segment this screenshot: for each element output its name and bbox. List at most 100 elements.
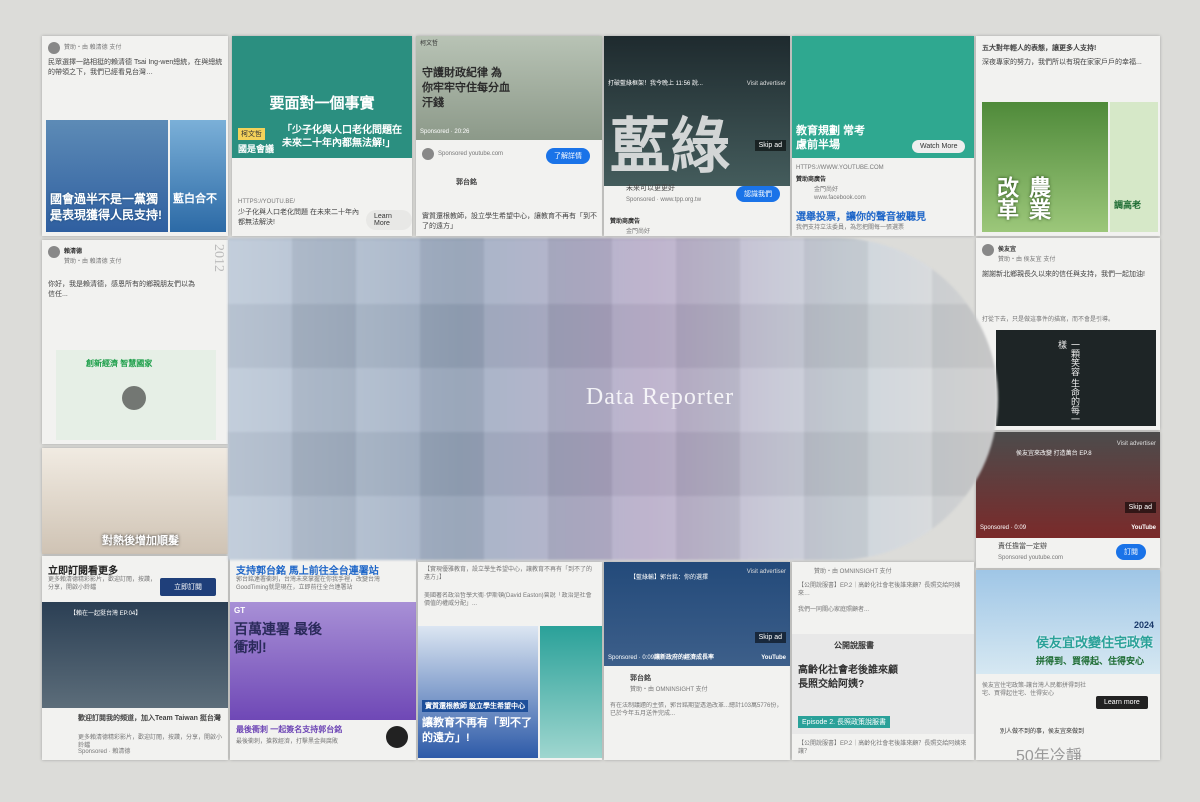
ad-image[interactable]: 創新經濟 智慧國家 xyxy=(56,350,216,440)
banner: 實質還根教師 設立學生希望中心 xyxy=(422,700,528,712)
ad-image[interactable]: 一顆笑容 生命的每一樣 xyxy=(996,330,1156,426)
sponsor-line: Sponsored youtube.com xyxy=(998,555,1064,561)
footer-title: 最後衝刺 一起簽名支持郭台銘 xyxy=(236,725,343,734)
candidate-name: 郭台銘 xyxy=(630,675,651,682)
ad-video[interactable]: 【藍綠輸】郭台銘：你的選擇 Visit advertiser Skip ad 讓… xyxy=(604,562,790,666)
ad-desc: 實質還根教師，設立學生希望中心，讓教育不再有「到不了的遠方」 xyxy=(422,213,597,230)
learn-more-button[interactable]: 了解詳情 xyxy=(546,148,590,164)
sponsor-group: 贊助商廣告 xyxy=(796,177,827,183)
quote: 「少子化與人口老化問題在未來二十年內都無法解!」 xyxy=(282,125,402,149)
bottom-caption: 別人做不到的事，侯友宜來做到 xyxy=(1000,729,1085,735)
footer-title: 歡迎訂閱我的頻道，加入Team Taiwan 挺台灣 xyxy=(78,715,221,722)
post-header: 【實現優雅教育，設立學生希望中心，讓教育不再有「到不了的遠方」】 xyxy=(424,567,593,581)
caption: 對熱後增加順髮 xyxy=(102,535,179,547)
ad-image[interactable]: 國會過半不是一黨獨大 是表現獲得人民支持! xyxy=(46,120,168,232)
ad-header: 贊助・由 侯友宜 支付 xyxy=(998,257,1056,263)
poster-text: 一顆笑容 生命的每一樣 xyxy=(1057,340,1080,424)
ad-image[interactable]: GT 百萬連署 最後衝刺! xyxy=(230,602,416,720)
candidate-name: 郭台銘 xyxy=(456,179,477,186)
ad-header: 贊助・由 賴清德 支付 xyxy=(64,45,122,51)
ad-image[interactable]: 對熱後增加順髮 xyxy=(42,448,228,554)
visit-advertiser-link[interactable]: Visit advertiser xyxy=(747,80,786,88)
avatar xyxy=(422,148,434,160)
ad-card-agriculture: 五大對年輕人的表態，讓更多人支持! 深夜專家的努力，我們所以有現在家家戶戶的幸福… xyxy=(976,36,1160,236)
ad-card-lai-2: 賴清德 贊助・由 賴清德 支付 你好，我是賴清德，感恩所有的鄉親朋友們以為信任.… xyxy=(42,240,228,444)
next-arrow-icon[interactable] xyxy=(386,726,408,748)
ad-image[interactable]: 實質還根教師 設立學生希望中心 讓教育不再有「到不了的遠方」! xyxy=(418,626,538,758)
card-desc: 郭台銘連署衝刺，台灣未來掌握在你我手裡，改變台灣GoodTiming就是現在，立… xyxy=(236,577,381,591)
card-title[interactable]: 支持郭台銘 馬上前往全台連署站 xyxy=(236,562,379,577)
page-name: 侯友宜 xyxy=(998,247,1017,253)
visit-advertiser-link[interactable]: Visit advertiser xyxy=(1117,440,1156,448)
ad-image-side[interactable]: 藍白合不 xyxy=(170,120,226,232)
ad-card-ko-1: 要面對一個事實 柯文哲 國是會議 「少子化與人口老化問題在未來二十年內都無法解!… xyxy=(232,36,412,236)
ad-url: HTTPS://YOUTU.BE/ xyxy=(238,199,296,205)
ad-header: 贊助・由 賴清德 支付 xyxy=(64,259,122,265)
skip-ad-button[interactable]: Skip ad xyxy=(754,632,786,643)
collage-stage: 贊助・由 賴清德 支付 民眾選擇一路相挺的賴清德 Tsai Ing-wen總統，… xyxy=(0,0,1200,802)
ad-card-hou-2: Visit advertiser 侯友宜來改變 打造萬台 EP.8 Skip a… xyxy=(976,432,1160,568)
visit-advertiser-link[interactable]: Visit advertiser xyxy=(747,568,786,576)
video-title: 教育規劃 常考慮前半場 xyxy=(796,125,866,151)
ad-video[interactable]: 要面對一個事實 柯文哲 國是會議 「少子化與人口老化問題在未來二十年內都無法解!… xyxy=(232,36,412,158)
play-icon[interactable] xyxy=(122,386,146,410)
headline[interactable]: 選舉投票，讓你的聲音被聽見 xyxy=(796,208,926,223)
subscribe-button[interactable]: 立即訂閱 xyxy=(160,578,216,596)
ad-desc: 少子化與人口老化問題 在未來二十年內都無法解決! xyxy=(238,209,359,226)
youtube-logo: YouTube xyxy=(761,655,786,661)
ad-image[interactable]: 公開說服書 高齡化社會老後誰來顧 長照交給阿姨? Episode 2. 長照政策… xyxy=(792,634,974,734)
big-text: 百萬連署 最後衝刺! xyxy=(234,621,322,655)
ad-desc: 責任擔當一定辦 xyxy=(998,543,1047,550)
sponsored-label: Sponsored · 20:26 xyxy=(420,129,470,135)
subscribe-button[interactable]: 訂閱 xyxy=(1116,544,1146,560)
card-desc: 更多賴清德精彩影片，歡迎訂閱，按讚，分享，開啟小鈴鐺 xyxy=(48,577,157,591)
ad-card-hou-1: 侯友宜 贊助・由 侯友宜 支付 謝謝新北鄉親長久以來的信任與支持，我們一起加油!… xyxy=(976,238,1160,430)
ad-card-gou-video: 【藍綠輸】郭台銘：你的選擇 Visit advertiser Skip ad 讓… xyxy=(604,562,790,760)
video-title: 打破藍綠框架！我今晚上 11:56 說... xyxy=(608,81,703,87)
ad-header: 贊助・由 OMNINSIGHT 支付 xyxy=(814,569,892,575)
ad-card-lai-3: 對熱後增加順髮 xyxy=(42,448,228,554)
learn-more-button[interactable]: 認識我們 xyxy=(736,186,780,202)
label: 公開說服書 xyxy=(834,641,874,650)
ad-image-side[interactable] xyxy=(540,626,602,758)
ad-desc: 我們支持立法委員，為您把關每一張選票 xyxy=(796,225,905,231)
post-header: 五大對年輕人的表態，讓更多人支持! xyxy=(982,45,1097,52)
ad-image-side[interactable]: 調高老 xyxy=(1110,102,1158,232)
badge: 創新經濟 智慧國家 xyxy=(86,359,153,368)
big-text: 高齡化社會老後誰來顧 長照交給阿姨? xyxy=(798,665,898,690)
watch-more-button[interactable]: Watch More xyxy=(912,140,966,153)
ad-video[interactable]: 【賴在一起挺台灣 EP.04】 xyxy=(42,602,228,708)
video-title: 要面對一個事實 xyxy=(269,95,375,112)
ad-video[interactable]: 柯文哲 守護財政紀律 為你牢牢守住每分血汗錢 Sponsored · 20:26 xyxy=(416,36,602,140)
brand-tag: GT xyxy=(234,606,246,615)
sponsored-label: Sponsored · 賴清德 xyxy=(78,749,131,755)
avatar xyxy=(48,42,60,54)
footer-desc: 最後衝刺，搶救經濟，打擊黑金與腐敗 xyxy=(236,739,339,745)
ad-card-education: 教育規劃 常考慮前半場 Watch More HTTPS://WWW.YOUTU… xyxy=(792,36,974,236)
card-title: 立即訂閱看更多 xyxy=(48,566,118,577)
learn-more-button[interactable]: Learn more xyxy=(1096,696,1148,709)
post-footer: 打從下去，只是做這事件的描寫，而不會是引導。 xyxy=(982,317,1115,323)
video-title: 侯友宜來改變 打造萬台 EP.8 xyxy=(1016,451,1092,457)
learn-more-button[interactable]: Learn More xyxy=(366,210,412,230)
youtube-logo: YouTube xyxy=(1131,525,1156,531)
ad-header: 贊助・由 OMNINSIGHT 支付 xyxy=(630,687,708,693)
side-caption: 調高老 xyxy=(1114,200,1142,210)
ad-image[interactable]: 農業改革 xyxy=(982,102,1108,232)
ad-video[interactable]: Visit advertiser 侯友宜來改變 打造萬台 EP.8 Skip a… xyxy=(976,432,1160,538)
episode-tag: Episode 2. 長照政策說服書 xyxy=(798,716,891,728)
ad-card-hou-housing: 2024 侯友宜改變住宅政策 拼得到、買得起、住得安心 侯友宜住宅政策-讓台灣人… xyxy=(976,570,1160,760)
skip-ad-button[interactable]: Skip ad xyxy=(754,140,786,151)
post-body: 有在法制議題的主張，郭台銘期望透過改革...總計103萬5776份，已於今年五月… xyxy=(610,703,783,717)
sponsor-group: 贊助商廣告 xyxy=(610,219,641,225)
ad-video[interactable]: Visit advertiser 打破藍綠框架！我今晚上 11:56 說... … xyxy=(604,36,790,186)
ad-url: HTTPS://WWW.YOUTUBE.COM xyxy=(796,165,884,171)
skip-ad-button[interactable]: Skip ad xyxy=(1124,502,1156,513)
post-body: 謝謝新北鄉親長久以來的信任與支持，我們一起加油! xyxy=(982,271,1145,278)
sponsor-line: Sponsored youtube.com xyxy=(438,151,504,157)
post-body: 你好，我是賴清德，感恩所有的鄉親朋友們以為信任... xyxy=(48,281,195,298)
ad-card-ko-2: 柯文哲 守護財政紀律 為你牢牢守住每分血汗錢 Sponsored · 20:26… xyxy=(416,36,602,236)
post-body: 民眾選擇一路相挺的賴清德 Tsai Ing-wen總統，在與總統的帶領之下，我們… xyxy=(48,59,223,76)
ad-image[interactable]: 2024 侯友宜改變住宅政策 拼得到、買得起、住得安心 xyxy=(976,570,1160,674)
sub-text: 拼得到、買得起、住得安心 xyxy=(1036,656,1145,666)
